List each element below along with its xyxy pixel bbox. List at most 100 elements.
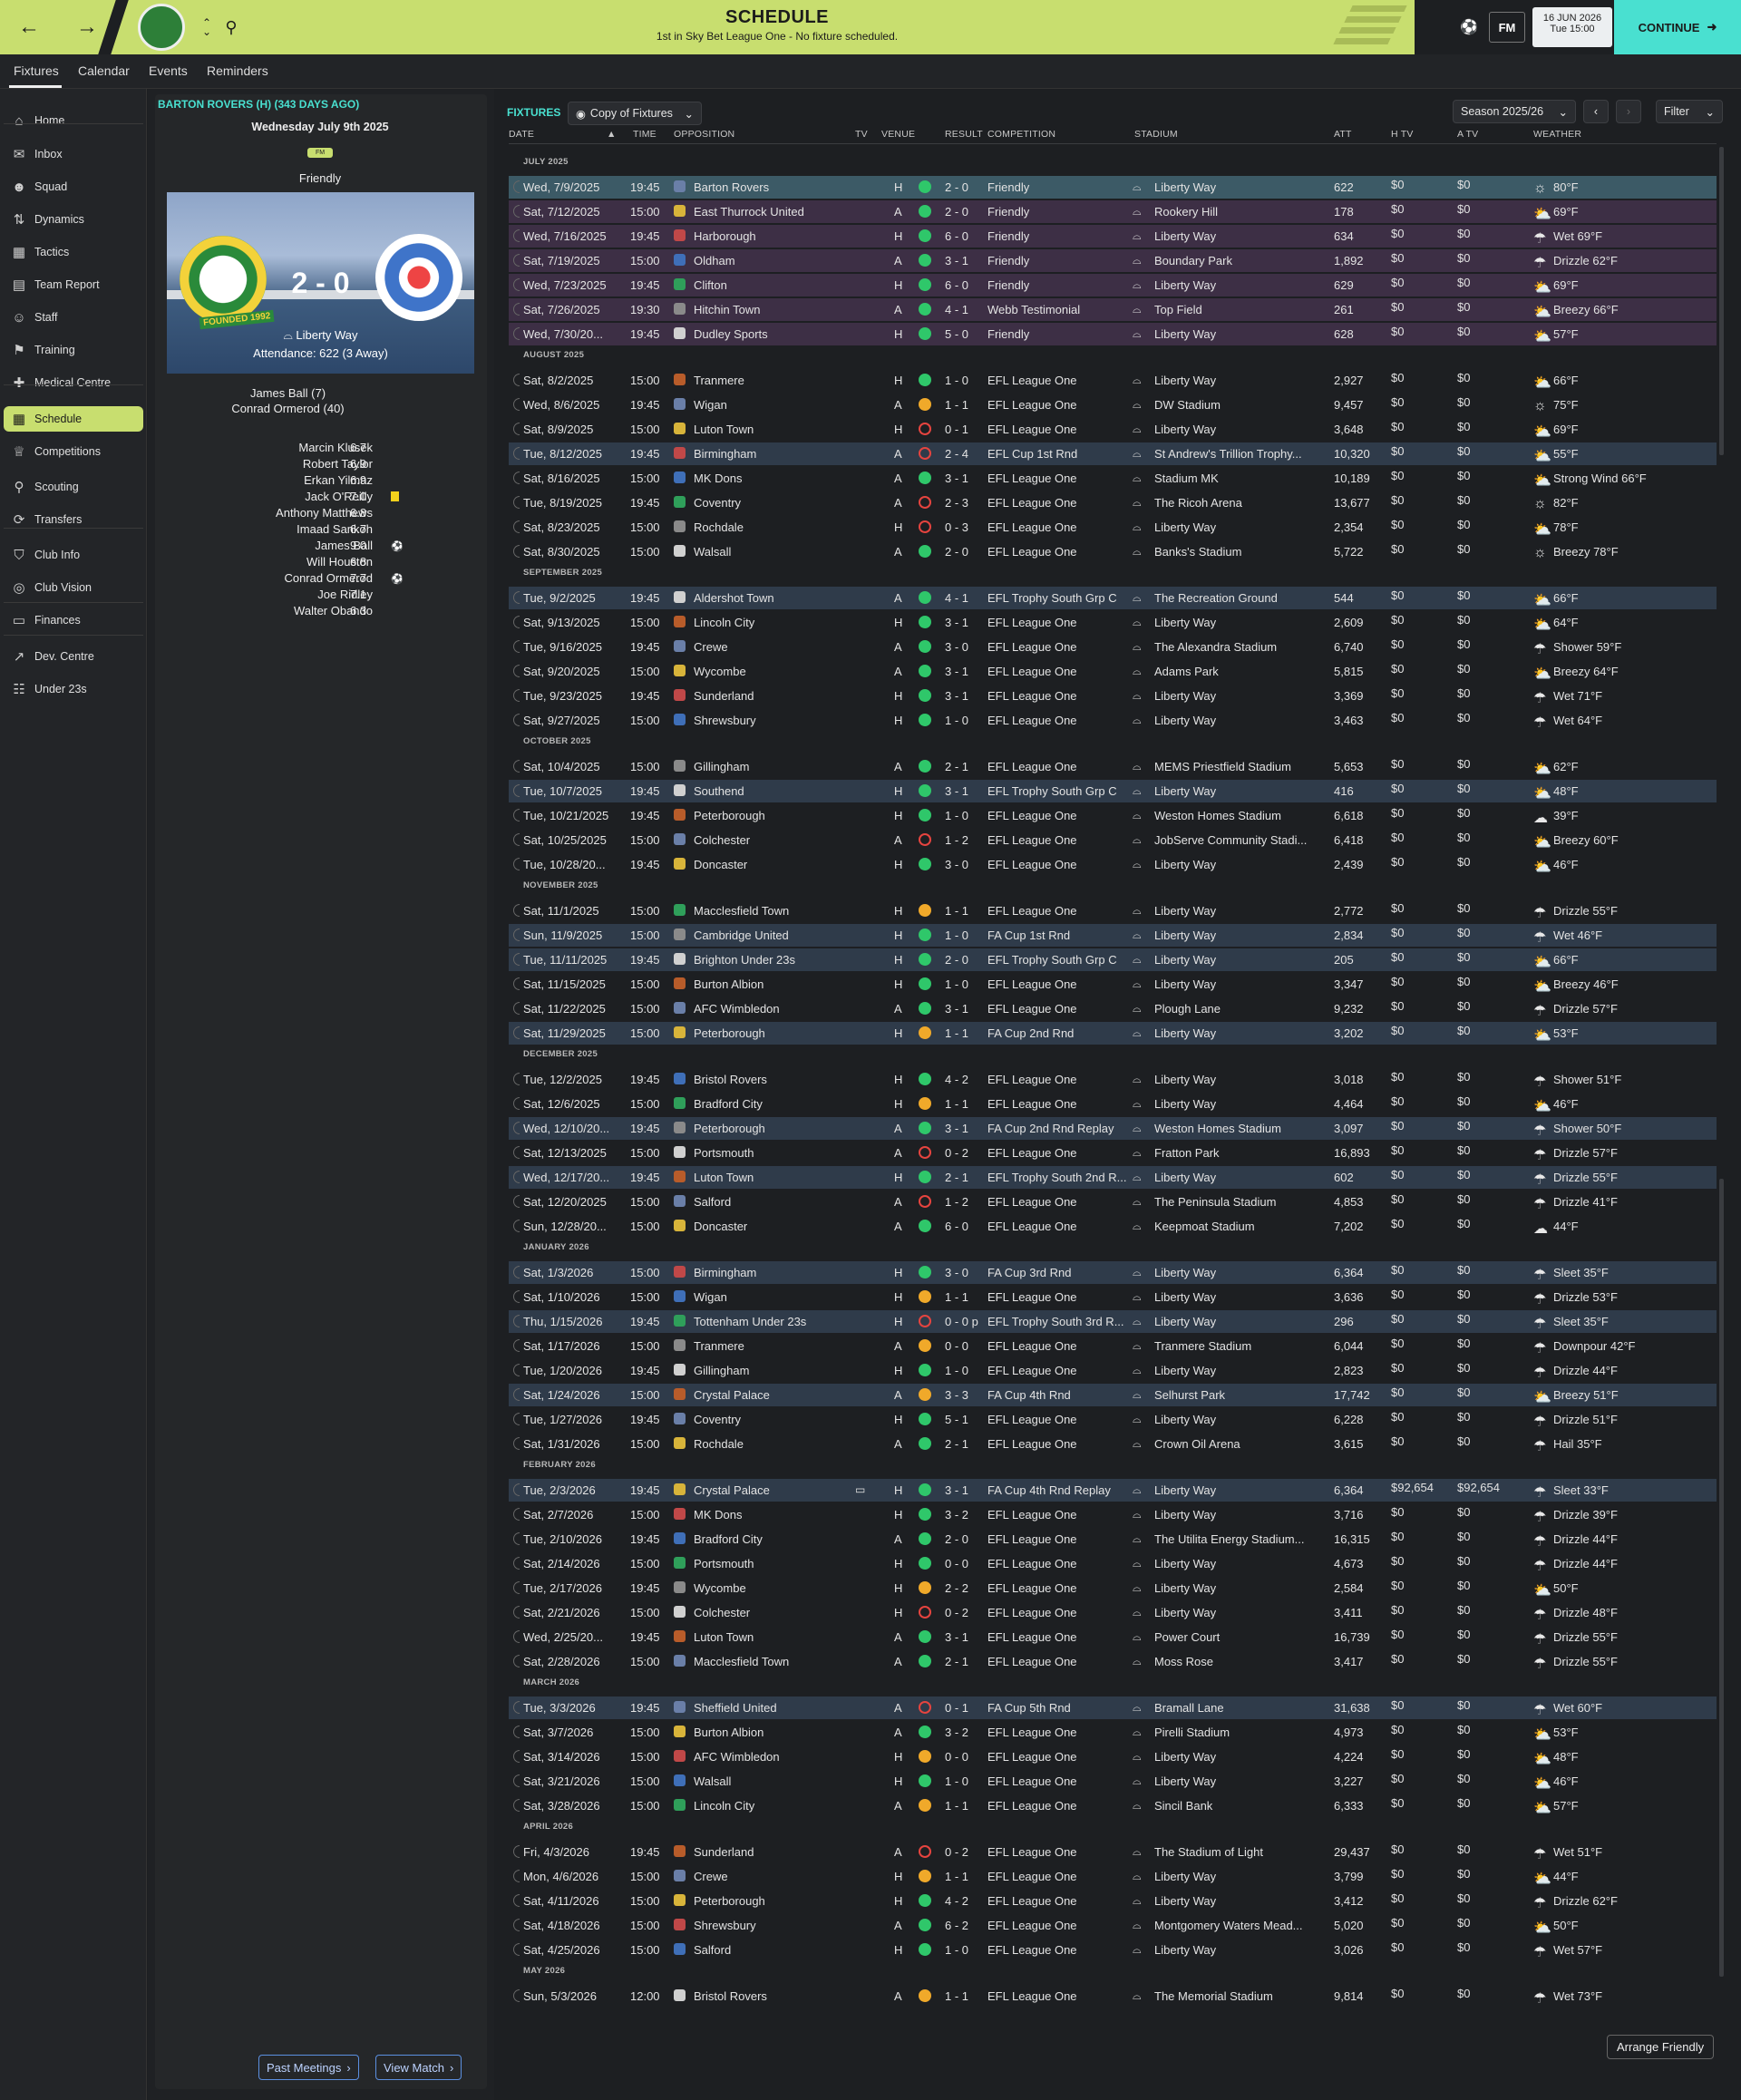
fixture-row[interactable]: Tue, 8/12/2025 19:45 Birmingham A 2 - 4 EFL C… xyxy=(509,442,1717,465)
fixture-row[interactable]: Tue, 9/16/2025 19:45 Crewe A 3 - 0 EFL League… xyxy=(509,636,1717,658)
fixture-row[interactable]: Sat, 3/14/2026 15:00 AFC Wimbledon H 0 - 0 EF… xyxy=(509,1745,1717,1768)
fixture-competition[interactable]: EFL Trophy South 3rd R... xyxy=(987,1315,1124,1328)
fixture-result[interactable]: 6 - 0 xyxy=(945,278,968,292)
fixture-competition[interactable]: EFL League One xyxy=(987,545,1077,559)
fixture-result[interactable]: 0 - 0 p xyxy=(945,1315,978,1328)
fixture-stadium[interactable]: Boundary Park xyxy=(1154,254,1232,267)
fixture-competition[interactable]: EFL Trophy South Grp C xyxy=(987,591,1117,605)
player-name[interactable]: Anthony Matthews xyxy=(159,506,373,520)
row-select-toggle[interactable] xyxy=(513,1315,520,1327)
fixture-result[interactable]: 3 - 1 xyxy=(945,665,968,678)
row-select-toggle[interactable] xyxy=(513,714,520,726)
fixture-competition[interactable]: FA Cup 3rd Rnd xyxy=(987,1266,1072,1279)
fixture-result[interactable]: 2 - 0 xyxy=(945,545,968,559)
column-header-competition[interactable]: COMPETITION xyxy=(987,129,1055,140)
fixture-stadium[interactable]: Liberty Way xyxy=(1154,1315,1216,1328)
fixture-result[interactable]: 1 - 0 xyxy=(945,1943,968,1957)
fixture-opponent[interactable]: Oldham xyxy=(694,254,735,267)
row-select-toggle[interactable] xyxy=(513,472,520,484)
column-header-tv[interactable]: TV xyxy=(855,129,868,140)
column-header-stadium[interactable]: STADIUM xyxy=(1134,129,1178,140)
row-select-toggle[interactable] xyxy=(513,205,520,218)
fixture-stadium[interactable]: Liberty Way xyxy=(1154,1364,1216,1377)
fixture-result[interactable]: 3 - 1 xyxy=(945,616,968,629)
fixture-row[interactable]: Tue, 12/2/2025 19:45 Bristol Rovers H 4 - 2 E… xyxy=(509,1068,1717,1091)
row-select-toggle[interactable] xyxy=(513,447,520,460)
fixture-row[interactable]: Sat, 12/20/2025 15:00 Salford A 1 - 2 EFL Lea… xyxy=(509,1191,1717,1213)
fixture-competition[interactable]: EFL League One xyxy=(987,1002,1077,1016)
sidebar-item-team-report[interactable]: ▤ Team Report xyxy=(4,272,143,297)
fixture-row[interactable]: Sat, 11/15/2025 15:00 Burton Albion H 1 - 0 E… xyxy=(509,973,1717,996)
fixture-result[interactable]: 1 - 1 xyxy=(945,1290,968,1304)
fixture-stadium[interactable]: Weston Homes Stadium xyxy=(1154,809,1281,822)
fixture-result[interactable]: 2 - 4 xyxy=(945,447,968,461)
fixture-opponent[interactable]: Shrewsbury xyxy=(694,714,756,727)
fixture-competition[interactable]: EFL League One xyxy=(987,1989,1077,2003)
row-select-toggle[interactable] xyxy=(513,1073,520,1085)
fixture-competition[interactable]: EFL League One xyxy=(987,1845,1077,1859)
fixture-row[interactable]: Tue, 9/2/2025 19:45 Aldershot Town A 4 - 1 EF… xyxy=(509,587,1717,609)
row-select-toggle[interactable] xyxy=(513,1146,520,1159)
row-select-toggle[interactable] xyxy=(513,1364,520,1376)
row-select-toggle[interactable] xyxy=(513,591,520,604)
fixture-stadium[interactable]: Stadium MK xyxy=(1154,472,1219,485)
fixture-result[interactable]: 1 - 1 xyxy=(945,1989,968,2003)
fixture-result[interactable]: 3 - 0 xyxy=(945,858,968,871)
fixture-result[interactable]: 2 - 3 xyxy=(945,496,968,510)
fixture-row[interactable]: Sat, 4/25/2026 15:00 Salford H 1 - 0 EFL Leag… xyxy=(509,1939,1717,1961)
fixture-opponent[interactable]: Peterborough xyxy=(694,1894,765,1908)
sidebar-item-under-23s[interactable]: ☷ Under 23s xyxy=(4,676,143,702)
sidebar-item-training[interactable]: ⚑ Training xyxy=(4,337,143,363)
column-header-result[interactable]: RESULT xyxy=(945,129,983,140)
fixture-result[interactable]: 1 - 0 xyxy=(945,1774,968,1788)
fixture-opponent[interactable]: Lincoln City xyxy=(694,616,754,629)
continue-button[interactable]: CONTINUE ➜ xyxy=(1614,0,1741,54)
sidebar-item-schedule[interactable]: ▦ Schedule xyxy=(4,406,143,432)
fixture-stadium[interactable]: Liberty Way xyxy=(1154,1557,1216,1570)
fixture-stadium[interactable]: Liberty Way xyxy=(1154,714,1216,727)
fixture-opponent[interactable]: Bristol Rovers xyxy=(694,1989,767,2003)
fixture-row[interactable]: Wed, 12/17/20... 19:45 Luton Town H 2 - 1 EFL… xyxy=(509,1166,1717,1189)
fixture-row[interactable]: Tue, 2/10/2026 19:45 Bradford City A 2 - 0 EF… xyxy=(509,1528,1717,1551)
fixture-row[interactable]: Sat, 11/1/2025 15:00 Macclesfield Town H 1 -… xyxy=(509,899,1717,922)
fixture-competition[interactable]: EFL League One xyxy=(987,689,1077,703)
fixture-competition[interactable]: EFL League One xyxy=(987,809,1077,822)
sidebar-item-club-vision[interactable]: ◎ Club Vision xyxy=(4,575,143,600)
fixture-result[interactable]: 4 - 1 xyxy=(945,591,968,605)
fixture-result[interactable]: 2 - 1 xyxy=(945,1655,968,1668)
fixture-row[interactable]: Wed, 2/25/20... 19:45 Luton Town A 3 - 1 EFL … xyxy=(509,1626,1717,1648)
fixture-row[interactable]: Sat, 7/26/2025 19:30 Hitchin Town A 4 - 1 Web… xyxy=(509,298,1717,321)
fixture-competition[interactable]: EFL League One xyxy=(987,1073,1077,1086)
fixture-row[interactable]: Sat, 3/21/2026 15:00 Walsall H 1 - 0 EFL Leag… xyxy=(509,1770,1717,1793)
fixture-result[interactable]: 5 - 0 xyxy=(945,327,968,341)
row-select-toggle[interactable] xyxy=(513,496,520,509)
fixture-stadium[interactable]: Keepmoat Stadium xyxy=(1154,1220,1255,1233)
row-select-toggle[interactable] xyxy=(513,520,520,533)
fixture-opponent[interactable]: Gillingham xyxy=(694,760,749,773)
fixture-row[interactable]: Sat, 3/7/2026 15:00 Burton Albion A 3 - 2 EFL… xyxy=(509,1721,1717,1744)
fixture-stadium[interactable]: The Alexandra Stadium xyxy=(1154,640,1277,654)
fixture-competition[interactable]: Webb Testimonial xyxy=(987,303,1080,316)
fixture-stadium[interactable]: JobServe Community Stadi... xyxy=(1154,833,1307,847)
fixture-result[interactable]: 6 - 0 xyxy=(945,229,968,243)
fixture-row[interactable]: Sat, 8/16/2025 15:00 MK Dons A 3 - 1 EFL Leag… xyxy=(509,467,1717,490)
fixture-opponent[interactable]: Salford xyxy=(694,1943,731,1957)
row-select-toggle[interactable] xyxy=(513,1437,520,1450)
row-select-toggle[interactable] xyxy=(513,398,520,411)
fixture-result[interactable]: 3 - 1 xyxy=(945,1630,968,1644)
fixture-row[interactable]: Sat, 8/9/2025 15:00 Luton Town H 0 - 1 EFL Le… xyxy=(509,418,1717,441)
column-header-venue[interactable]: VENUE xyxy=(881,129,915,140)
fixture-competition[interactable]: Friendly xyxy=(987,278,1029,292)
next-season-button[interactable]: › xyxy=(1616,100,1641,123)
fixture-opponent[interactable]: Macclesfield Town xyxy=(694,1655,789,1668)
player-name[interactable]: Joe Ridley xyxy=(159,588,373,601)
fixture-opponent[interactable]: Walsall xyxy=(694,545,731,559)
fixture-row[interactable]: Tue, 9/23/2025 19:45 Sunderland H 3 - 1 EFL L… xyxy=(509,685,1717,707)
fixture-stadium[interactable]: DW Stadium xyxy=(1154,398,1221,412)
row-select-toggle[interactable] xyxy=(513,1557,520,1570)
ball-icon[interactable]: ⚽ xyxy=(1458,0,1480,54)
fixture-opponent[interactable]: Cambridge United xyxy=(694,928,789,942)
fixture-stadium[interactable]: Liberty Way xyxy=(1154,1870,1216,1883)
fixture-stadium[interactable]: Liberty Way xyxy=(1154,327,1216,341)
row-select-toggle[interactable] xyxy=(513,665,520,677)
